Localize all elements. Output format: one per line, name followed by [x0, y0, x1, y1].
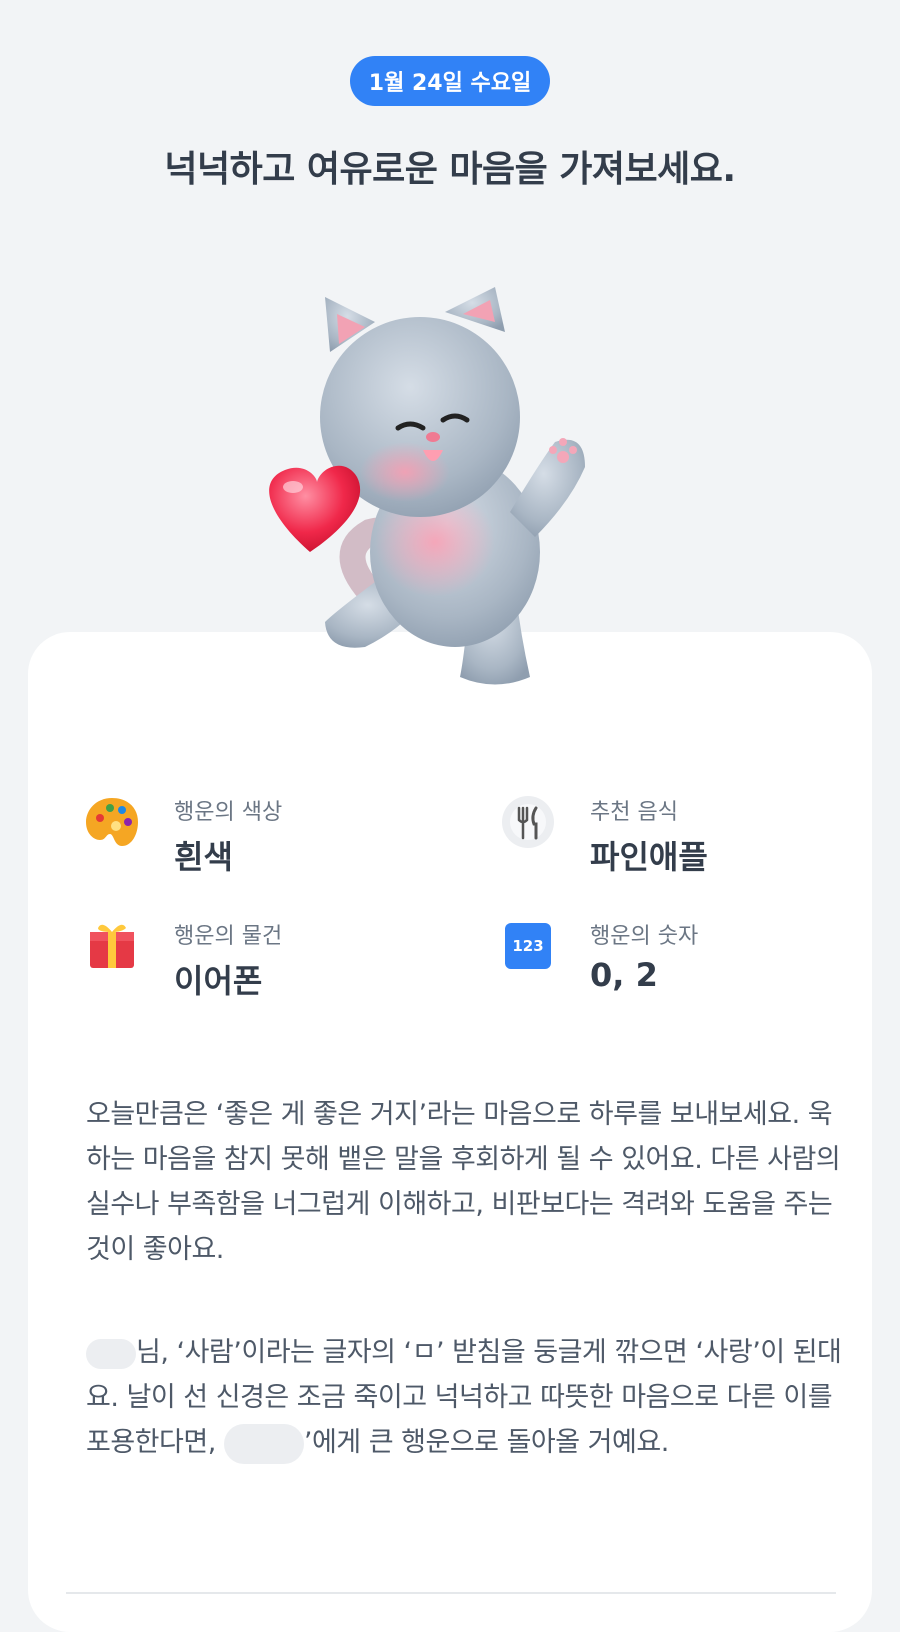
divider [66, 1592, 836, 1594]
info-label: 행운의 숫자 [590, 924, 699, 949]
fortune-message-text-end: ’에게 큰 행운으로 돌아올 거예요. [303, 1427, 669, 1458]
info-value: 흰색 [174, 838, 233, 876]
cat-with-heart-icon [269, 287, 585, 685]
page-title: 넉넉하고 여유로운 마음을 가져보세요. [164, 149, 736, 190]
palette-icon [86, 798, 138, 846]
number-123-icon: 123 [500, 918, 556, 974]
redacted-name [86, 1338, 136, 1369]
info-label: 추천 음식 [590, 800, 678, 825]
info-label: 행운의 색상 [174, 800, 283, 825]
info-value: 0, 2 [590, 956, 658, 994]
info-value: 이어폰 [174, 962, 263, 1000]
redacted-name [223, 1423, 304, 1464]
info-label: 행운의 물건 [174, 924, 283, 949]
date-badge: 1월 24일 수요일 [350, 56, 550, 106]
info-value: 파인애플 [590, 838, 708, 876]
fortune-message: 님, ‘사람’이라는 글자의 ‘ㅁ’ 받침을 둥글게 깎으면 ‘사랑’이 된대요… [86, 1330, 846, 1465]
fortune-description: 오늘만큼은 ‘좋은 게 좋은 거지’라는 마음으로 하루를 보내보세요. 욱하는… [86, 1099, 841, 1265]
gift-box-icon [90, 924, 134, 968]
fork-knife-icon [502, 796, 554, 848]
